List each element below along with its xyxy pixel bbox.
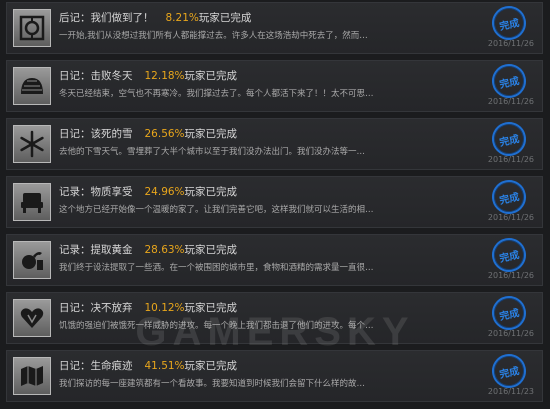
- achievement-percent: 24.96%: [144, 186, 185, 198]
- target-icon: [13, 9, 51, 47]
- achievement-description: 冬天已经结束，空气也不再寒冷。我们撑过去了。每个人都活下来了！！太不可思…: [59, 89, 374, 99]
- achievement-row[interactable]: 后记：我们做到了！ 8.21%玩家已完成 一开始,我们从没想过我们所有人都能撑过去…: [6, 2, 543, 54]
- percent-suffix: 玩家已完成: [184, 360, 238, 372]
- completed-stamp: 完成: [488, 292, 530, 334]
- unlock-date: 2016/11/26: [487, 329, 534, 338]
- achievement-row[interactable]: 记录：物质享受 24.96%玩家已完成 这个地方已经开始像一个温暖的家了。让我们完…: [6, 176, 543, 228]
- unlock-date: 2016/11/23: [487, 387, 534, 396]
- completed-stamp: 完成: [488, 176, 530, 218]
- achievement-row[interactable]: 日记：生命痕迹 41.51%玩家已完成 我们探访的每一座建筑都有一个看故事。我要知…: [6, 350, 543, 402]
- achievement-percent: 12.18%: [144, 70, 185, 82]
- completed-stamp: 完成: [488, 60, 530, 102]
- achievement-description: 我们探访的每一座建筑都有一个看故事。我要知道到时候我们会留下什么样的故…: [59, 379, 366, 389]
- percent-suffix: 玩家已完成: [184, 302, 238, 314]
- percent-suffix: 玩家已完成: [198, 12, 252, 24]
- completed-stamp: 完成: [488, 2, 530, 44]
- achievement-description: 去他的下雪天气。雪埋葬了大半个城市以至于我们没办法出门。我们没办法等一…: [59, 147, 366, 157]
- achievement-percent: 41.51%: [144, 360, 185, 372]
- achievement-title: 记录：提取黄金: [59, 244, 133, 256]
- unlock-date: 2016/11/26: [487, 271, 534, 280]
- heart-icon: [13, 299, 51, 337]
- completed-stamp: 完成: [488, 350, 530, 392]
- achievement-description: 饥饿的强迫们被饿死一样威胁的进攻。每一个晚上我们都击退了他们的进攻。每个…: [59, 321, 374, 331]
- unlock-date: 2016/11/26: [487, 97, 534, 106]
- unlock-date: 2016/11/26: [487, 213, 534, 222]
- achievement-title: 日记：生命痕迹: [59, 360, 133, 372]
- still-icon: [13, 241, 51, 279]
- achievement-title: 日记：击败冬天: [59, 70, 133, 82]
- achievement-description: 一开始,我们从没想过我们所有人都能撑过去。许多人在这场浩劫中死去了，然而…: [59, 31, 368, 41]
- achievement-percent: 10.12%: [144, 302, 185, 314]
- achievement-title: 记录：物质享受: [59, 186, 133, 198]
- snowflake-icon: [13, 125, 51, 163]
- achievement-percent: 28.63%: [144, 244, 185, 256]
- percent-suffix: 玩家已完成: [184, 186, 238, 198]
- achievement-title: 日记：决不放弃: [59, 302, 133, 314]
- achievement-row[interactable]: 日记：决不放弃 10.12%玩家已完成 饥饿的强迫们被饿死一样威胁的进攻。每一个晚…: [6, 292, 543, 344]
- achievement-row[interactable]: 记录：提取黄金 28.63%玩家已完成 我们终于设法提取了一些酒。在一个被围困的城…: [6, 234, 543, 286]
- achievement-title: 后记：我们做到了！: [59, 12, 154, 24]
- percent-suffix: 玩家已完成: [184, 244, 238, 256]
- achievement-percent: 8.21%: [165, 12, 199, 24]
- achievement-description: 我们终于设法提取了一些酒。在一个被围困的城市里，食物和酒精的需求量一直很…: [59, 263, 374, 273]
- unlock-date: 2016/11/26: [487, 155, 534, 164]
- completed-stamp: 完成: [488, 118, 530, 160]
- achievement-title: 日记：该死的雪: [59, 128, 133, 140]
- shelter-icon: [13, 67, 51, 105]
- achievement-description: 这个地方已经开始像一个温暖的家了。让我们完善它吧，这样我们就可以生活的相…: [59, 205, 374, 215]
- achievement-percent: 26.56%: [144, 128, 185, 140]
- unlock-date: 2016/11/26: [487, 39, 534, 48]
- completed-stamp: 完成: [488, 234, 530, 276]
- achievement-row[interactable]: 日记：击败冬天 12.18%玩家已完成 冬天已经结束，空气也不再寒冷。我们撑过去了…: [6, 60, 543, 112]
- percent-suffix: 玩家已完成: [184, 70, 238, 82]
- percent-suffix: 玩家已完成: [184, 128, 238, 140]
- map-icon: [13, 357, 51, 395]
- chair-icon: [13, 183, 51, 221]
- achievement-row[interactable]: 日记：该死的雪 26.56%玩家已完成 去他的下雪天气。雪埋葬了大半个城市以至于我…: [6, 118, 543, 170]
